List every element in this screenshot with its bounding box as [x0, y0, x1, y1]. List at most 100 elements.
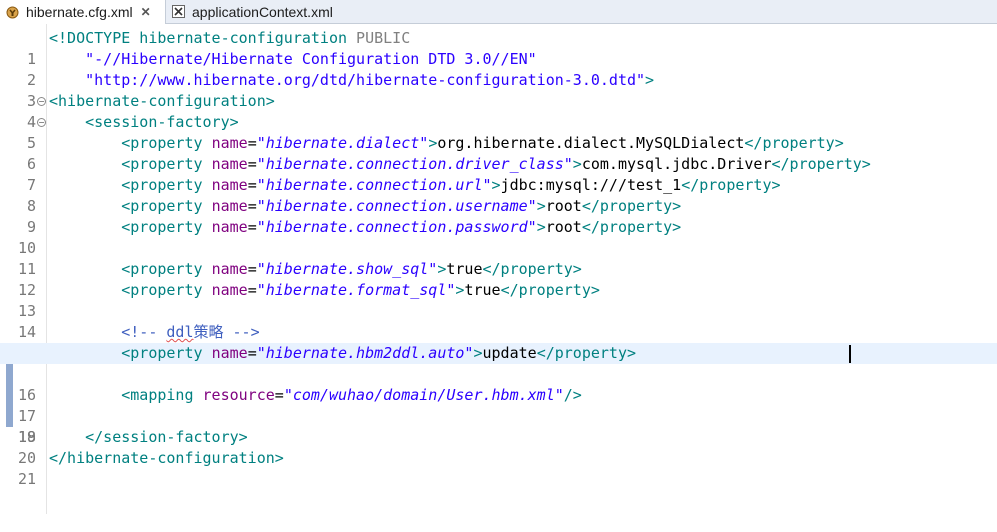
code-line: 6 <property name="hibernate.dialect">org…: [0, 133, 997, 173]
code-line: 1 <!DOCTYPE hibernate-configuration PUBL…: [0, 28, 997, 68]
tag: <hibernate-configuration>: [49, 92, 275, 110]
eq: =: [247, 218, 257, 236]
doctype-string: "-//Hibernate/Hibernate Configuration DT…: [49, 50, 537, 68]
line-number: 21: [17, 470, 36, 488]
text-caret: [849, 345, 851, 363]
bracket: >: [536, 218, 546, 236]
xml-file-icon: [6, 6, 19, 19]
xml-editor-icon: [172, 5, 185, 18]
eq: =: [247, 176, 257, 194]
tag: </property>: [771, 155, 871, 173]
tab-application-context[interactable]: applicationContext.xml: [166, 0, 356, 23]
code-line: 2 "-//Hibernate/Hibernate Configuration …: [0, 49, 997, 89]
code-line: 13 <property name="hibernate.format_sql"…: [0, 280, 997, 320]
tag: <session-factory>: [49, 113, 239, 131]
attr-name: name: [211, 134, 248, 152]
tag: <property: [49, 260, 212, 278]
eq: =: [247, 155, 257, 173]
text-value: org.hibernate.dialect.MySQLDialect: [437, 134, 745, 152]
attr-value: "hibernate.connection.driver_class": [256, 155, 573, 173]
eq: =: [247, 134, 257, 152]
close-icon[interactable]: ✕: [141, 5, 151, 19]
code-line: 4 − <hibernate-configuration>: [0, 91, 997, 131]
code-line-current: 16 <property name="hibernate.hbm2ddl.aut…: [0, 343, 997, 404]
tag: </property>: [744, 134, 844, 152]
text-value: root: [545, 218, 582, 236]
attr-name: name: [211, 197, 248, 215]
code-line: 21 </hibernate-configuration>: [0, 448, 997, 488]
code-editor[interactable]: 1 <!DOCTYPE hibernate-configuration PUBL…: [0, 24, 997, 514]
text-value: true: [446, 260, 483, 278]
doctype: <!DOCTYPE hibernate-configuration: [49, 29, 357, 47]
eq: =: [247, 344, 257, 362]
eq: =: [247, 260, 257, 278]
tag: <property: [49, 134, 212, 152]
tag: </hibernate-configuration>: [49, 449, 284, 467]
code-line: 15 <!-- ddl策略 -->: [0, 322, 997, 362]
code-line: 5 − <session-factory>: [0, 112, 997, 152]
bracket: >: [536, 197, 546, 215]
attr-value: "hibernate.dialect": [256, 134, 429, 152]
bracket: >: [572, 155, 582, 173]
attr-value: "com/wuhao/domain/User.hbm.xml": [283, 386, 564, 404]
code-line: 9 <property name="hibernate.connection.u…: [0, 196, 997, 236]
text-value: com.mysql.jdbc.Driver: [581, 155, 772, 173]
attr-name: name: [211, 176, 248, 194]
text-value: update: [482, 344, 537, 362]
attr-value: "hibernate.hbm2ddl.auto": [256, 344, 474, 362]
bracket: >: [428, 134, 438, 152]
code-line: 19: [0, 406, 997, 446]
code-line: 10 <property name="hibernate.connection.…: [0, 217, 997, 257]
doctype-string: "http://www.hibernate.org/dtd/hibernate-…: [49, 71, 646, 89]
eq: =: [274, 386, 284, 404]
fold-minus-icon[interactable]: −: [37, 118, 46, 127]
fold-minus-icon[interactable]: −: [37, 97, 46, 106]
tag: </property>: [482, 260, 582, 278]
tag: </session-factory>: [49, 428, 248, 446]
text-value: jdbc:mysql:///test_1: [500, 176, 682, 194]
comment: 策略 -->: [193, 323, 260, 341]
attr-value: "hibernate.show_sql": [256, 260, 438, 278]
tag: <property: [49, 344, 212, 362]
text-value: true: [464, 281, 501, 299]
tag: </property>: [581, 218, 682, 236]
tag: <property: [49, 155, 212, 173]
code-line: 3 "http://www.hibernate.org/dtd/hibernat…: [0, 70, 997, 110]
tag: />: [563, 386, 582, 404]
tag: <property: [49, 197, 212, 215]
code-line: 17: [0, 364, 997, 425]
tag: <property: [49, 176, 212, 194]
code-line: 18 <mapping resource="com/wuhao/domain/U…: [0, 385, 997, 446]
comment-misspelled: ddl: [166, 323, 194, 341]
code-line: 12 <property name="hibernate.show_sql">t…: [0, 259, 997, 299]
tag: <mapping: [49, 386, 203, 404]
bracket: >: [645, 71, 655, 89]
code-line: 11: [0, 238, 997, 278]
tab-hibernate-cfg[interactable]: hibernate.cfg.xml ✕: [0, 0, 166, 24]
bracket: >: [473, 344, 483, 362]
tag: </property>: [500, 281, 600, 299]
bracket: >: [491, 176, 501, 194]
tag: </property>: [536, 344, 637, 362]
attr-value: "hibernate.format_sql": [256, 281, 456, 299]
code-line: 7 <property name="hibernate.connection.d…: [0, 154, 997, 194]
attr-name: name: [211, 218, 248, 236]
tab-label: hibernate.cfg.xml: [26, 4, 133, 20]
attr-value: "hibernate.connection.url": [256, 176, 492, 194]
attr-name: name: [211, 260, 248, 278]
eq: =: [247, 197, 257, 215]
text-value: root: [545, 197, 582, 215]
attr-name: name: [211, 155, 248, 173]
attr-value: "hibernate.connection.username": [256, 197, 537, 215]
tag: <property: [49, 281, 212, 299]
attr-value: "hibernate.connection.password": [256, 218, 537, 236]
tag: <property: [49, 218, 212, 236]
attr-name: name: [211, 344, 248, 362]
tab-label: applicationContext.xml: [192, 3, 333, 20]
attr-name: resource: [202, 386, 275, 404]
attr-name: name: [211, 281, 248, 299]
code-line: 8 <property name="hibernate.connection.u…: [0, 175, 997, 215]
code-line: 20 </session-factory>: [0, 427, 997, 467]
code-line: 14: [0, 301, 997, 341]
doctype-public: PUBLIC: [356, 29, 411, 47]
